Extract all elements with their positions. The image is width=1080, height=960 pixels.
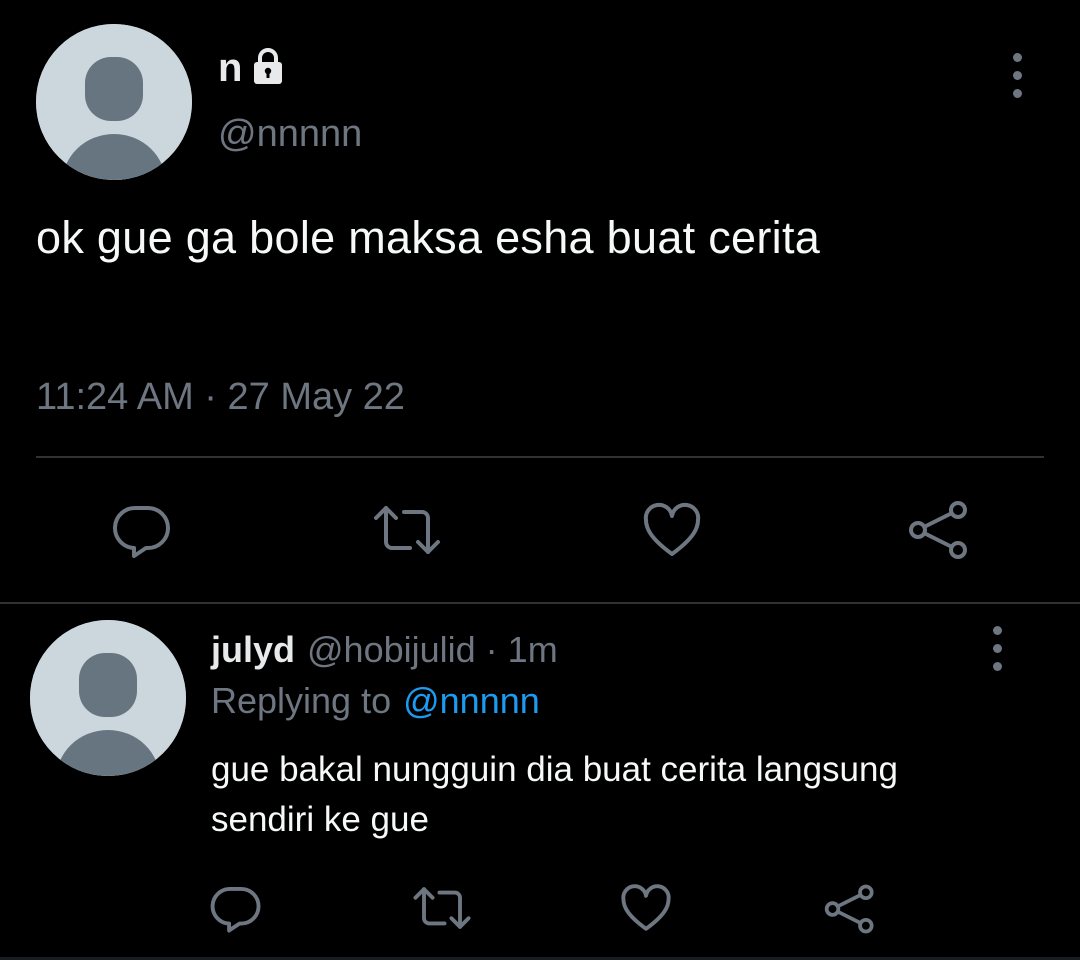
retweet-icon[interactable] xyxy=(412,882,472,934)
default-avatar-icon xyxy=(30,620,186,776)
reply-icon[interactable] xyxy=(112,500,172,560)
reply-time[interactable]: 1m xyxy=(508,629,558,671)
replying-to-handle-link[interactable]: @nnnnn xyxy=(403,680,540,722)
default-avatar-icon xyxy=(36,24,192,180)
reply-header: julyd @hobijulid · 1m xyxy=(211,622,558,678)
heart-icon[interactable] xyxy=(642,500,702,560)
retweet-icon[interactable] xyxy=(372,500,442,560)
main-tweet-timestamp[interactable]: 11:24 AM · 27 May 22 xyxy=(36,372,405,422)
replying-to-label: Replying to xyxy=(211,680,392,721)
reply-text: gue bakal nungguin dia buat cerita langs… xyxy=(211,750,898,839)
reply-icon[interactable] xyxy=(210,882,262,934)
reply-avatar[interactable] xyxy=(30,620,186,776)
main-tweet-avatar[interactable] xyxy=(36,24,192,180)
main-tweet-handle[interactable]: @nnnnn xyxy=(218,110,362,158)
share-icon[interactable] xyxy=(824,884,876,934)
more-vertical-icon[interactable] xyxy=(977,618,1017,678)
lock-icon xyxy=(248,46,288,91)
reply-handle[interactable]: @hobijulid xyxy=(307,629,476,671)
thread-divider xyxy=(0,602,1080,604)
reply-display-name[interactable]: julyd xyxy=(211,629,295,671)
more-vertical-icon[interactable] xyxy=(997,45,1037,105)
reply-separator: · xyxy=(485,629,498,670)
share-icon[interactable] xyxy=(908,500,970,560)
main-tweet-text: ok gue ga bole maksa esha buat cerita xyxy=(36,212,821,263)
heart-icon[interactable] xyxy=(620,882,672,934)
main-tweet-display-name[interactable]: n xyxy=(218,46,242,91)
main-tweet-divider xyxy=(36,456,1044,458)
main-tweet-author[interactable]: n xyxy=(218,44,288,92)
replying-to: Replying to @nnnnn xyxy=(211,676,540,726)
